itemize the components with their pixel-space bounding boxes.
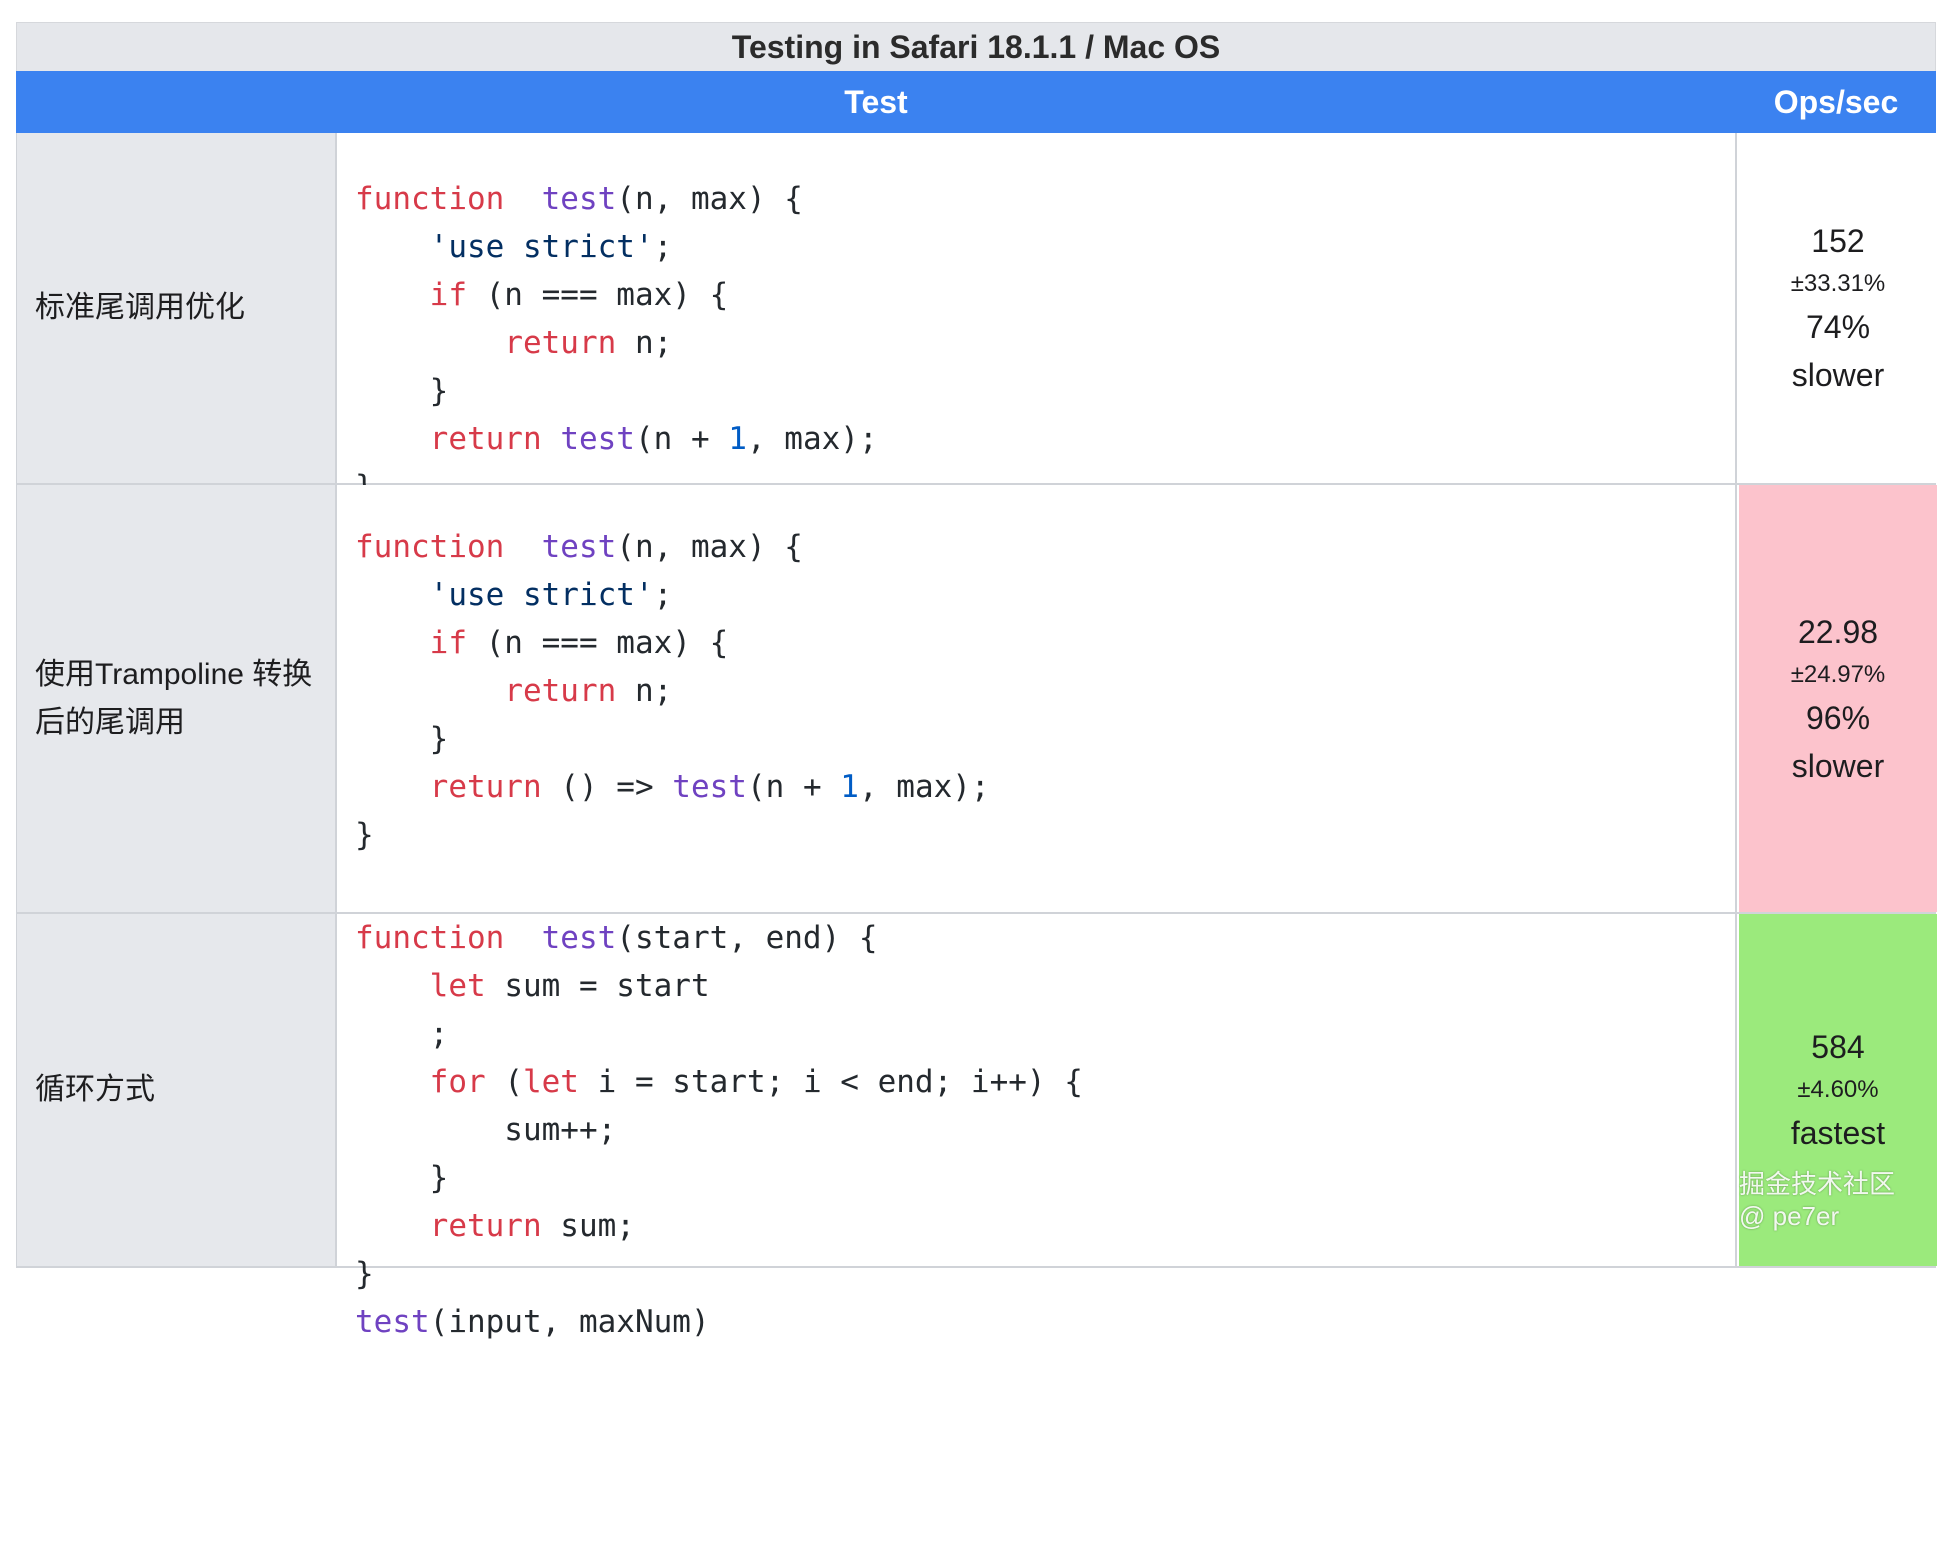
- code-token: n;: [616, 673, 673, 709]
- code-token: n;: [616, 325, 673, 361]
- code-token: return: [429, 769, 542, 805]
- code-token: sum++;: [355, 1112, 617, 1148]
- test-name: 循环方式: [35, 1073, 155, 1106]
- code-cell: function test(n, max) { 'use strict'; if…: [339, 485, 1737, 997]
- code-token: function: [355, 181, 505, 217]
- table-caption: Testing in Safari 18.1.1 / Mac OS: [16, 22, 1936, 71]
- code-token: (start, end) {: [616, 920, 878, 956]
- code-token: (n === max) {: [466, 277, 729, 313]
- code-token: }: [355, 1256, 374, 1292]
- ops-relative: fastest: [1790, 1115, 1886, 1151]
- test-name-cell: 标准尾调用优化: [17, 133, 337, 483]
- test-name-cell: 使用Trampoline 转换后的尾调用: [17, 485, 337, 912]
- code-token: for: [429, 1064, 486, 1100]
- code-token: return: [429, 421, 542, 457]
- code-token: 'use strict': [429, 577, 654, 613]
- code-token: if: [429, 625, 467, 661]
- ops-relative: slower: [1791, 747, 1885, 784]
- code-token: ;: [355, 1016, 449, 1052]
- ops-cell: 22.98 ±24.97% 96% slower: [1739, 485, 1937, 912]
- code-token: test: [541, 181, 617, 217]
- test-name: 使用Trampoline 转换后的尾调用: [35, 657, 313, 739]
- code-token: (n +: [746, 769, 841, 805]
- table-row: 使用Trampoline 转换后的尾调用 function test(n, ma…: [16, 485, 1937, 997]
- ops-relative: slower: [1791, 357, 1885, 393]
- code-cell: function test(n, max) { 'use strict'; if…: [339, 133, 1737, 553]
- code-token: (: [485, 1064, 523, 1100]
- code-token: ;: [653, 229, 673, 265]
- code-token: 1: [728, 421, 747, 457]
- code-token: ;: [653, 577, 673, 613]
- code-token: function: [355, 920, 505, 956]
- code-token: return: [429, 1208, 542, 1244]
- ops-value: 584: [1811, 1029, 1865, 1065]
- code-token: test: [355, 1304, 430, 1340]
- code-token: test: [672, 769, 747, 805]
- test-name: 标准尾调用优化: [35, 291, 245, 324]
- code-token: return: [504, 673, 617, 709]
- code-token: 'use strict': [429, 229, 654, 265]
- code-token: test: [560, 421, 635, 457]
- ops-cell: 584 ±4.60% fastest 掘金技术社区 @ pe7er: [1739, 914, 1937, 1266]
- code-token: if: [429, 277, 467, 313]
- code-token: function: [355, 529, 505, 565]
- ops-percent: 74%: [1805, 309, 1871, 345]
- code-token: }: [355, 373, 449, 409]
- ops-value: 22.98: [1797, 613, 1879, 650]
- test-name-cell: 循环方式: [17, 914, 337, 1266]
- code-token: () =>: [541, 769, 673, 805]
- code-token: sum;: [541, 1208, 635, 1244]
- ops-error: ±33.31%: [1790, 270, 1886, 297]
- code-token: test: [541, 529, 617, 565]
- code-token: i = start; i < end; i++) {: [578, 1064, 1083, 1100]
- benchmark-table: Testing in Safari 18.1.1 / Mac OS Test O…: [16, 22, 1937, 1340]
- code-token: (n, max) {: [616, 181, 803, 217]
- code-token: test: [541, 920, 617, 956]
- ops-cell: 152 ±33.31% 74% slower: [1739, 133, 1937, 483]
- ops-value: 152: [1811, 223, 1865, 259]
- code-token: sum = start: [485, 968, 710, 1004]
- header-test: Test: [844, 84, 908, 120]
- code-token: , max);: [858, 769, 990, 805]
- code-token: (n, max) {: [616, 529, 803, 565]
- code-token: }: [355, 1160, 449, 1196]
- code-token: }: [355, 817, 374, 853]
- table-header: Test Ops/sec: [16, 71, 1936, 133]
- code-token: let: [429, 968, 486, 1004]
- table-row: 标准尾调用优化 function test(n, max) { 'use str…: [16, 133, 1937, 553]
- code-cell: function test(start, end) { let sum = st…: [339, 914, 1737, 1340]
- header-ops-sec: Ops/sec: [1773, 84, 1899, 120]
- ops-percent: 96%: [1805, 699, 1871, 736]
- code-token: return: [504, 325, 617, 361]
- watermark: 掘金技术社区 @ pe7er: [1739, 1169, 1896, 1231]
- table-row: 循环方式 function test(start, end) { let sum…: [16, 914, 1937, 1340]
- code-block: function test(start, end) { let sum = st…: [355, 914, 1083, 1346]
- code-token: (n === max) {: [466, 625, 729, 661]
- ops-error: ±24.97%: [1790, 660, 1886, 688]
- code-token: 1: [840, 769, 859, 805]
- code-token: }: [355, 721, 449, 757]
- code-token: , max);: [746, 421, 878, 457]
- code-token: (n +: [634, 421, 729, 457]
- code-token: (input, maxNum): [429, 1304, 710, 1340]
- code-token: let: [522, 1064, 579, 1100]
- ops-error: ±4.60%: [1797, 1076, 1879, 1103]
